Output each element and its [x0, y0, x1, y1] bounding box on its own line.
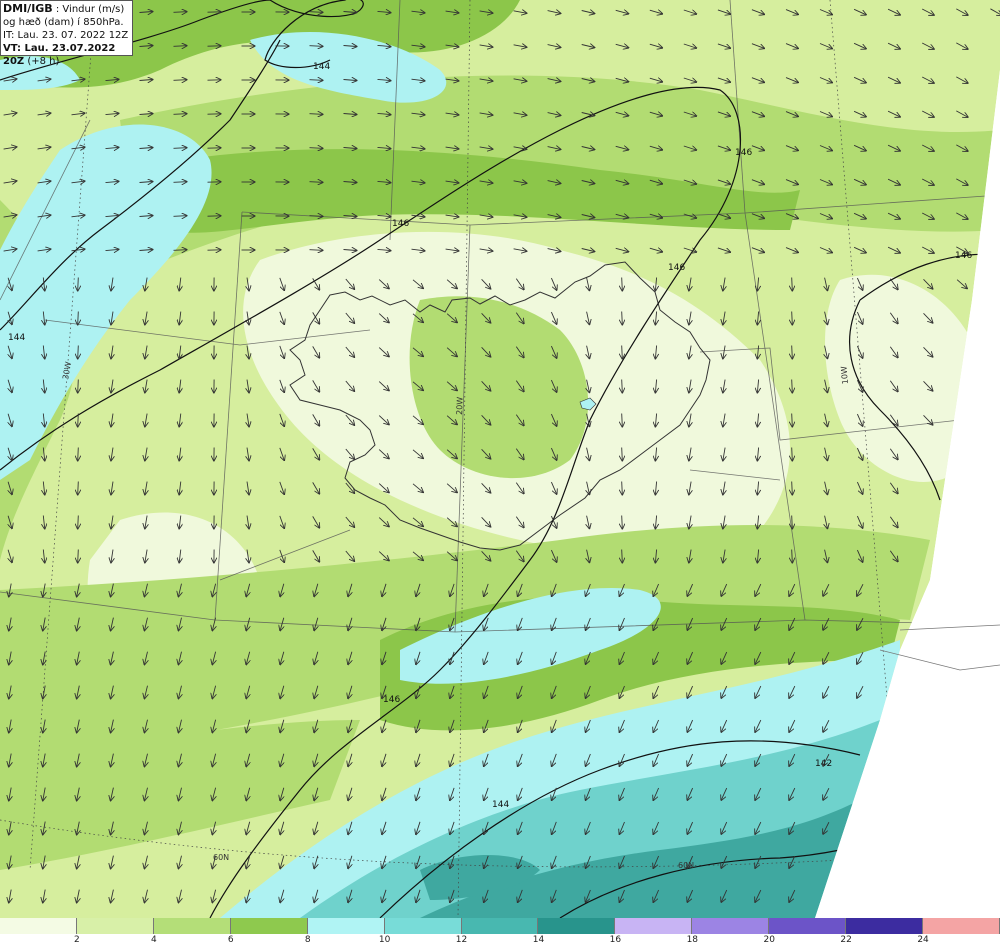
- wind-arrow: [792, 447, 793, 461]
- wind-arrow: [622, 515, 623, 529]
- legend-tick-label: 18: [686, 935, 699, 945]
- contour-label: 144: [8, 333, 25, 343]
- legend-swatch: [769, 918, 847, 934]
- legend-tick-label: 6: [227, 935, 234, 945]
- height-line: og hæð (dam) í 850hPa.: [3, 17, 124, 28]
- title-line: DMI/IGB : Vindur (m/s): [3, 2, 130, 16]
- color-legend: 2 4 6 8 10 12 14 16 18 20 22 24: [0, 918, 1000, 946]
- legend-tick-label: 14: [532, 935, 545, 945]
- wind-arrow: [622, 413, 623, 427]
- wind-arrow: [78, 379, 79, 393]
- legend-tick-label: 2: [74, 935, 80, 945]
- initial-time: IT: Lau. 23. 07. 2022 12Z: [3, 30, 129, 41]
- wind-arrow: [173, 182, 187, 183]
- wind-arrow: [622, 549, 623, 563]
- wind-arrow: [622, 379, 623, 393]
- wind-arrow: [173, 80, 187, 81]
- contour-label: 144: [313, 62, 330, 72]
- contour-label: 144: [492, 800, 509, 810]
- wind-arrow: [78, 413, 79, 427]
- legend-tick-label: 16: [609, 935, 622, 945]
- wind-arrow: [309, 114, 323, 115]
- contour-label: 146: [735, 148, 752, 158]
- wind-arrow: [78, 515, 79, 529]
- legend-swatch: [615, 918, 693, 934]
- legend-bar: [0, 918, 1000, 934]
- legend-labels: 2 4 6 8 10 12 14 16 18 20 22 24: [0, 935, 1000, 946]
- valid-time-line: VT: Lau. 23.07.2022 20Z (+8 h): [3, 42, 130, 68]
- wind-arrow: [622, 345, 623, 359]
- legend-tick-label: 10: [378, 935, 391, 945]
- lead-time: (+8 h): [24, 56, 60, 67]
- wind-arrow: [622, 447, 623, 461]
- legend-swatch: [846, 918, 924, 934]
- wind-arrow: [78, 345, 79, 359]
- legend-swatch: [461, 918, 539, 934]
- wind-arrow: [792, 413, 793, 427]
- legend-tick-label: 8: [304, 935, 311, 945]
- wind-arrow: [622, 311, 623, 325]
- wind-arrow: [173, 216, 187, 217]
- variable-label: : Vindur (m/s): [52, 4, 125, 15]
- legend-swatch: [307, 918, 385, 934]
- wind-arrow: [78, 481, 79, 495]
- wind-arrow: [792, 515, 793, 529]
- wind-arrow: [309, 12, 323, 13]
- contour-label: 146: [392, 219, 409, 229]
- wind-arrow: [173, 148, 187, 149]
- grid-label: 60N: [678, 861, 694, 870]
- wind-arrow: [78, 447, 79, 461]
- wind-arrow: [792, 311, 793, 325]
- wind-arrow: [792, 549, 793, 563]
- wind-arrow: [309, 148, 323, 149]
- legend-tick-label: 4: [150, 935, 157, 945]
- grid-label: 10W: [839, 366, 850, 385]
- wind-arrow: [309, 80, 323, 81]
- legend-swatch: [0, 918, 77, 934]
- wind-arrow: [622, 277, 623, 291]
- contour-label: 146: [383, 695, 400, 705]
- legend-swatch: [230, 918, 308, 934]
- legend-tick-label: 24: [917, 935, 929, 945]
- wind-arrow: [792, 277, 793, 291]
- legend-swatch: [76, 918, 154, 934]
- info-box: DMI/IGB : Vindur (m/s) og hæð (dam) í 85…: [0, 0, 133, 67]
- wind-arrow: [173, 114, 187, 115]
- weather-map: 144 146 146 146 146 144 142 144 146 30W …: [0, 0, 1000, 918]
- wind-speed-field: [0, 0, 1000, 918]
- wind-arrow: [78, 311, 79, 325]
- wind-arrow: [173, 250, 187, 251]
- brand-label: DMI/IGB: [3, 2, 53, 15]
- wind-arrow: [792, 379, 793, 393]
- wind-arrow: [792, 481, 793, 495]
- legend-swatch: [153, 918, 231, 934]
- legend-swatch: [384, 918, 462, 934]
- grid-label: 20W: [455, 397, 465, 415]
- wind-arrow: [309, 182, 323, 183]
- wind-arrow: [78, 549, 79, 563]
- wind-arrow: [173, 46, 187, 47]
- contour-label: 146: [668, 263, 685, 273]
- legend-tick-label: 20: [763, 935, 775, 945]
- legend-tick-label: 12: [455, 935, 468, 945]
- legend-swatch: [923, 918, 1000, 934]
- legend-tick-label: 22: [840, 935, 852, 945]
- wind-arrow: [309, 216, 323, 217]
- contour-label: 146: [955, 251, 972, 261]
- legend-swatch: [692, 918, 770, 934]
- wind-arrow: [173, 12, 187, 13]
- wind-arrow: [78, 277, 79, 291]
- wind-arrow: [792, 345, 793, 359]
- wind-arrow: [309, 46, 323, 47]
- wind-arrow: [622, 481, 623, 495]
- legend-swatch: [538, 918, 616, 934]
- wind-arrow: [309, 250, 323, 251]
